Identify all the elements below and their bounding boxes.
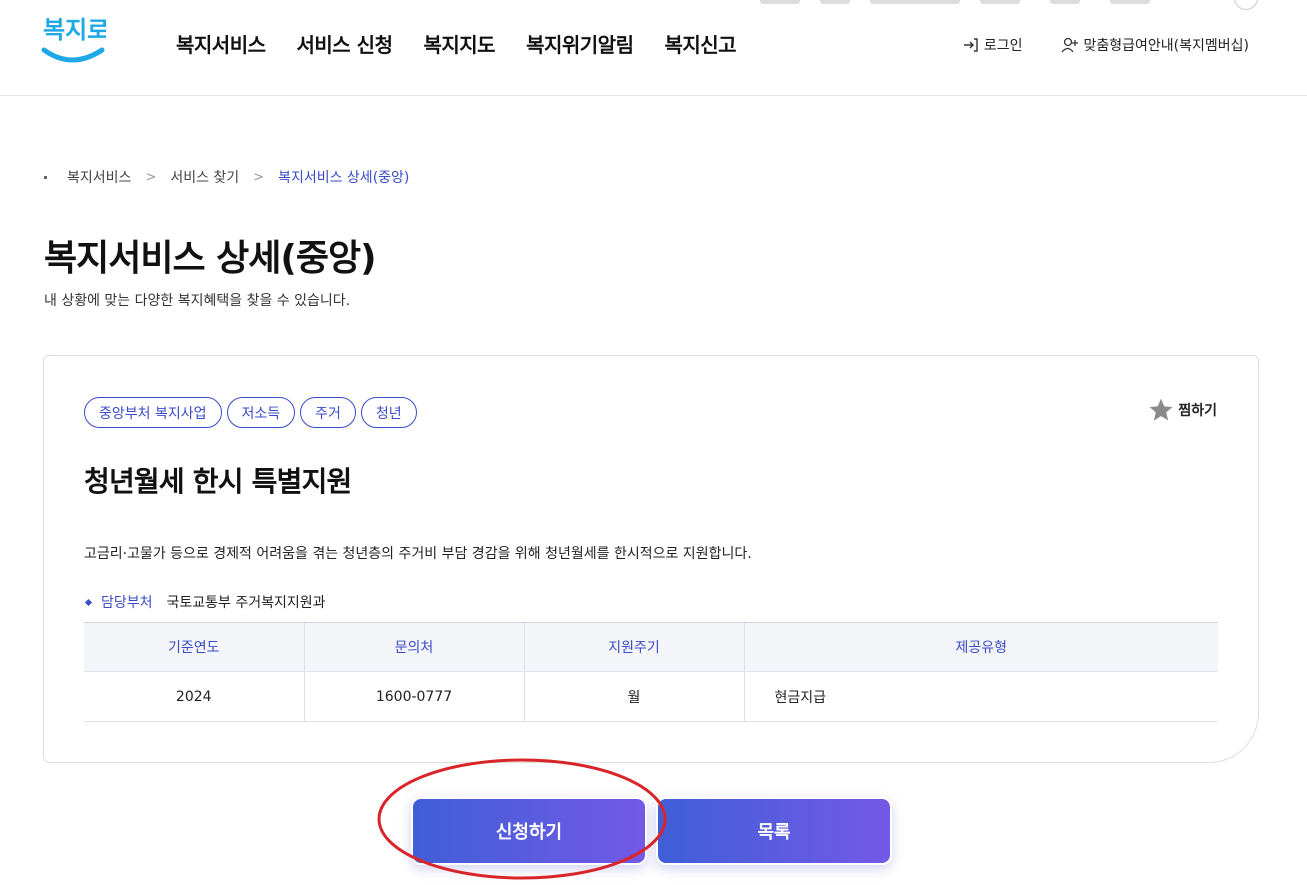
service-info-table: 기준연도 문의처 지원주기 제공유형 2024 1600-0777 월 현금지급 — [84, 622, 1218, 722]
utility-links: 로그인 맞춤형급여안내(복지멤버십) — [963, 35, 1249, 55]
page-description: 내 상황에 맞는 다양한 복지혜택을 찾을 수 있습니다. — [44, 293, 351, 309]
star-icon — [1149, 398, 1173, 421]
chevron-right-icon: > — [145, 169, 157, 185]
home-bullet-icon — [44, 175, 47, 179]
breadcrumb-item-current: 복지서비스 상세(중앙) — [278, 170, 410, 186]
table-header-cycle: 지원주기 — [523, 622, 744, 672]
user-add-icon — [1061, 37, 1078, 53]
tag-youth[interactable]: 청년 — [360, 397, 417, 428]
nav-item-welfare-report[interactable]: 복지신고 — [664, 29, 736, 58]
department-value: 국토교통부 주거복지지원과 — [166, 595, 326, 611]
login-label: 로그인 — [983, 38, 1023, 54]
nav-item-welfare-service[interactable]: 복지서비스 — [176, 29, 266, 58]
membership-label: 맞춤형급여안내(복지멤버십) — [1083, 38, 1249, 54]
page-title: 복지서비스 상세(중앙) — [44, 238, 377, 279]
tag-central-ministry[interactable]: 중앙부처 복지사업 — [84, 397, 222, 428]
login-link[interactable]: 로그인 — [963, 35, 1023, 55]
logo-icon: 복지로 — [41, 16, 109, 63]
cell-cycle: 월 — [523, 671, 744, 722]
breadcrumb-item-service-search[interactable]: 서비스 찾기 — [170, 167, 239, 187]
tag-housing[interactable]: 주거 — [300, 397, 356, 428]
table-header-contact: 문의처 — [303, 622, 524, 672]
tag-low-income[interactable]: 저소득 — [226, 397, 296, 428]
table-header-row: 기준연도 문의처 지원주기 제공유형 — [84, 622, 1218, 672]
chevron-right-icon: > — [253, 169, 265, 185]
table-header-provision-type: 제공유형 — [743, 622, 1218, 672]
tag-list: 중앙부처 복지사업 저소득 주거 청년 — [84, 397, 422, 428]
breadcrumb: 복지서비스 > 서비스 찾기 > 복지서비스 상세(중앙) — [44, 167, 409, 187]
nav-item-service-apply[interactable]: 서비스 신청 — [297, 29, 393, 58]
favorite-label: 찜하기 — [1178, 403, 1217, 419]
breadcrumb-item-welfare-service[interactable]: 복지서비스 — [67, 167, 131, 187]
table-row: 2024 1600-0777 월 현금지급 — [84, 671, 1218, 722]
service-detail-card: 중앙부처 복지사업 저소득 주거 청년 찜하기 청년월세 한시 특별지원 고금리… — [43, 355, 1259, 763]
service-title: 청년월세 한시 특별지원 — [84, 465, 352, 498]
site-header: 복지로 복지서비스 서비스 신청 복지지도 복지위기알림 복지신고 로그인 맞춤… — [0, 0, 1307, 96]
table-header-year: 기준연도 — [84, 622, 304, 672]
list-button[interactable]: 목록 — [656, 797, 892, 865]
nav-item-crisis-alert[interactable]: 복지위기알림 — [526, 29, 634, 58]
top-utility-strip — [760, 0, 1260, 6]
login-icon — [963, 38, 978, 52]
main-nav: 복지서비스 서비스 신청 복지지도 복지위기알림 복지신고 — [176, 29, 767, 58]
cell-year: 2024 — [84, 671, 304, 722]
nav-item-welfare-map[interactable]: 복지지도 — [423, 29, 495, 58]
cell-provision-type: 현금지급 — [743, 671, 1218, 722]
service-description: 고금리·고물가 등으로 경제적 어려움을 겪는 청년층의 주거비 부담 경감을 … — [84, 546, 752, 562]
cell-contact: 1600-0777 — [303, 671, 524, 722]
membership-link[interactable]: 맞춤형급여안내(복지멤버십) — [1061, 35, 1249, 55]
department-label: 담당부처 — [101, 595, 153, 611]
logo[interactable]: 복지로 — [40, 12, 109, 70]
favorite-button[interactable]: 찜하기 — [1148, 397, 1217, 423]
department-info: 담당부처 국토교통부 주거복지지원과 — [84, 592, 326, 612]
svg-text:복지로: 복지로 — [43, 16, 106, 44]
top-round-button[interactable] — [1234, 0, 1258, 10]
action-buttons: 신청하기 목록 — [411, 797, 901, 865]
diamond-bullet-icon — [84, 598, 93, 606]
apply-button[interactable]: 신청하기 — [411, 797, 647, 865]
